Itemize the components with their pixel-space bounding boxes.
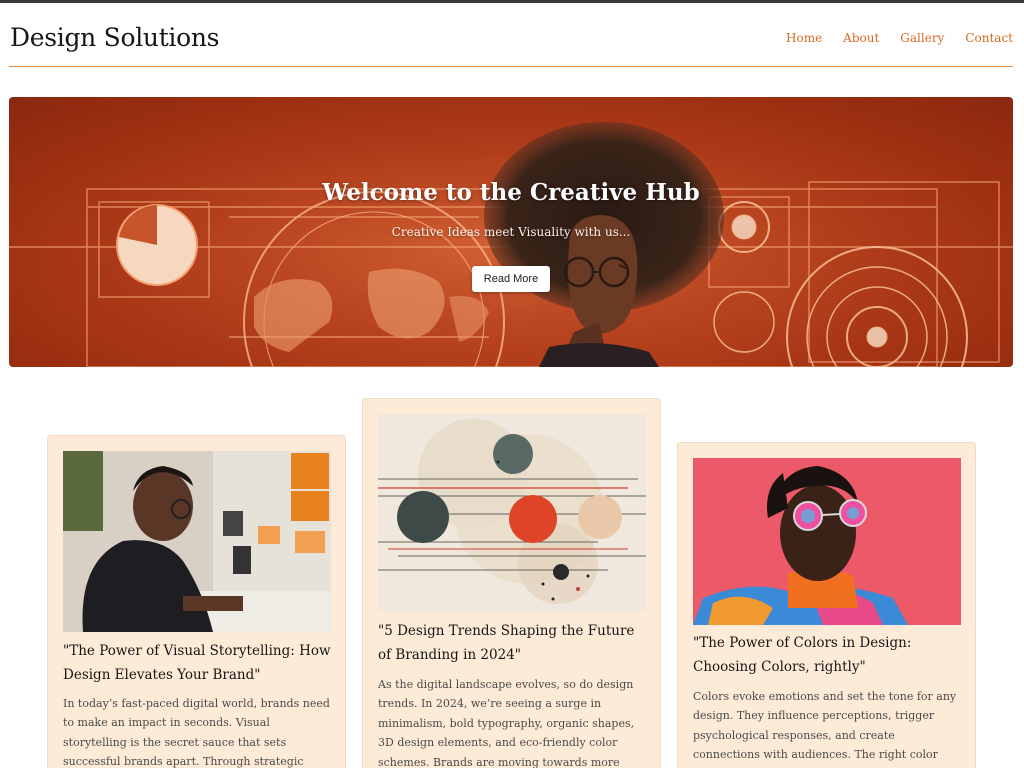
card-title[interactable]: "The Power of Colors in Design: Choosing… <box>693 631 961 679</box>
man-with-sunglasses-image <box>693 458 961 625</box>
blog-card[interactable]: "The Power of Visual Storytelling: How D… <box>47 435 346 768</box>
blog-card[interactable]: "5 Design Trends Shaping the Future of B… <box>362 398 661 768</box>
abstract-spheres-image <box>378 414 646 612</box>
designer-at-desk-image <box>63 451 331 632</box>
hero-title: Welcome to the Creative Hub <box>322 179 700 206</box>
site-header: Design Solutions Home About Gallery Cont… <box>9 3 1013 67</box>
pie-chart-decoration <box>116 204 198 286</box>
card-image <box>693 458 961 625</box>
site-title[interactable]: Design Solutions <box>10 23 220 52</box>
card-excerpt: As the digital landscape evolves, so do … <box>378 678 635 768</box>
hero-banner: Welcome to the Creative Hub Creative Ide… <box>9 97 1013 367</box>
nav-contact-link[interactable]: Contact <box>965 31 1013 45</box>
card-title[interactable]: "5 Design Trends Shaping the Future of B… <box>378 619 646 667</box>
card-excerpt: Colors evoke emotions and set the tone f… <box>693 690 957 768</box>
nav-about-link[interactable]: About <box>843 31 879 45</box>
nav-home-link[interactable]: Home <box>786 31 822 45</box>
card-image <box>63 451 331 632</box>
main-nav: Home About Gallery Contact <box>786 31 1013 45</box>
read-more-button[interactable]: Read More <box>472 266 550 292</box>
card-image <box>378 414 646 612</box>
card-excerpt: In today’s fast-paced digital world, bra… <box>63 697 330 768</box>
card-title[interactable]: "The Power of Visual Storytelling: How D… <box>63 639 331 687</box>
blog-card[interactable]: "The Power of Colors in Design: Choosing… <box>677 442 976 768</box>
hero-subtitle: Creative Ideas meet Visuality with us... <box>391 225 631 239</box>
nav-gallery-link[interactable]: Gallery <box>900 31 944 45</box>
